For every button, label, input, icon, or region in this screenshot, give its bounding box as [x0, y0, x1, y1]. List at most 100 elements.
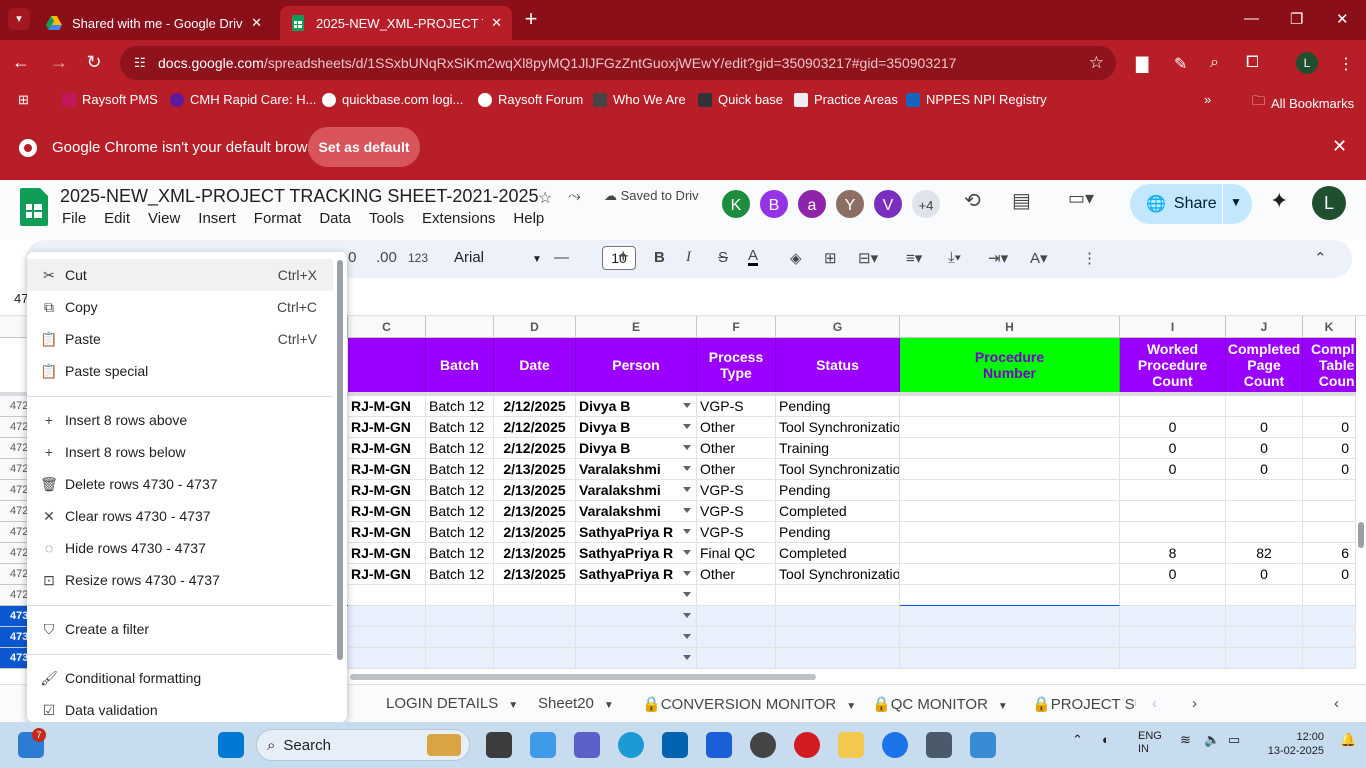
chevron-down-icon[interactable]: ▼: [604, 700, 614, 711]
collaborator-avatar[interactable]: V: [872, 188, 904, 220]
teams-icon[interactable]: [574, 732, 600, 758]
chevron-down-icon[interactable]: ▼: [508, 700, 518, 711]
cell-h[interactable]: [900, 417, 1120, 438]
cell-e[interactable]: Divya B: [576, 438, 697, 459]
cell-k[interactable]: [1303, 396, 1356, 417]
cell-d[interactable]: [494, 648, 576, 669]
cell-h[interactable]: [900, 627, 1120, 648]
cell-i[interactable]: 0: [1120, 564, 1226, 585]
cell-b[interactable]: RJ-M-GN: [348, 564, 426, 585]
cell-i[interactable]: 0: [1120, 459, 1226, 480]
column-header-I[interactable]: I: [1120, 316, 1226, 338]
menu-extensions[interactable]: Extensions: [422, 210, 495, 227]
dropdown-chip-icon[interactable]: [683, 550, 691, 555]
menu-item-paste[interactable]: 📋 Paste Ctrl+V: [27, 323, 333, 355]
edge-icon[interactable]: [618, 732, 644, 758]
cell-k[interactable]: [1303, 627, 1356, 648]
cell-g[interactable]: Tool Synchronization: [776, 564, 900, 585]
cell-d[interactable]: [494, 585, 576, 606]
sheet-tab[interactable]: 🔒QC MONITOR ▼: [872, 695, 1008, 713]
cell-c[interactable]: Batch 12: [426, 480, 494, 501]
cell-b[interactable]: [348, 648, 426, 669]
row-number[interactable]: 472: [0, 438, 30, 459]
increase-font-size-button[interactable]: +: [618, 246, 629, 267]
copilot-icon[interactable]: [530, 732, 556, 758]
menu-tools[interactable]: Tools: [369, 210, 404, 227]
bold-icon[interactable]: B: [654, 249, 665, 266]
sheet-tab[interactable]: 🔒PROJECT SU: [1032, 695, 1136, 713]
column-header-C[interactable]: C: [348, 316, 426, 338]
back-icon[interactable]: ←: [10, 52, 32, 73]
cell-e[interactable]: Divya B: [576, 396, 697, 417]
cell-b[interactable]: RJ-M-GN: [348, 480, 426, 501]
chrome-taskbar-icon[interactable]: [882, 732, 908, 758]
chevron-down-icon[interactable]: ▼: [846, 701, 856, 712]
cell-j[interactable]: [1226, 585, 1303, 606]
cell-e[interactable]: [576, 627, 697, 648]
cell-b[interactable]: RJ-M-GN: [348, 459, 426, 480]
side-panel-toggle-icon[interactable]: ‹: [1334, 695, 1339, 712]
cell-b[interactable]: RJ-M-GN: [348, 501, 426, 522]
cell-e[interactable]: Varalakshmi: [576, 459, 697, 480]
bookmark-item[interactable]: Who We Are: [593, 92, 686, 107]
merge-cells-icon[interactable]: ⊟▾: [858, 249, 878, 267]
cell-h[interactable]: [900, 459, 1120, 480]
menu-item-insert-8-rows-above[interactable]: + Insert 8 rows above: [27, 404, 333, 436]
row-number[interactable]: 472: [0, 585, 30, 606]
cell-i[interactable]: 0: [1120, 438, 1226, 459]
cell-c[interactable]: Batch 12: [426, 501, 494, 522]
cell-k[interactable]: 6: [1303, 543, 1356, 564]
cell-g[interactable]: Completed: [776, 501, 900, 522]
more-bookmarks-icon[interactable]: »: [1204, 92, 1211, 107]
cell-j[interactable]: [1226, 648, 1303, 669]
cell-i[interactable]: [1120, 627, 1226, 648]
cell-i[interactable]: [1120, 396, 1226, 417]
menu-item-insert-8-rows-below[interactable]: + Insert 8 rows below: [27, 436, 333, 468]
pen-extension-icon[interactable]: ✎: [1174, 54, 1187, 74]
cell-k[interactable]: [1303, 606, 1356, 627]
cell-f[interactable]: [697, 648, 776, 669]
close-tab-icon[interactable]: ✕: [251, 15, 262, 31]
menu-data[interactable]: Data: [319, 210, 351, 227]
cell-g[interactable]: Tool Synchronization: [776, 417, 900, 438]
fill-color-icon[interactable]: ◈: [790, 249, 802, 267]
cell-g[interactable]: [776, 606, 900, 627]
strikethrough-icon[interactable]: S: [718, 249, 728, 266]
cell-j[interactable]: [1226, 501, 1303, 522]
star-icon[interactable]: ☆: [538, 188, 552, 208]
row-number[interactable]: 472: [0, 543, 30, 564]
cell-c[interactable]: Batch 12: [426, 522, 494, 543]
collaborator-avatar[interactable]: Y: [834, 188, 866, 220]
cell-k[interactable]: 0: [1303, 564, 1356, 585]
cell-h[interactable]: [900, 648, 1120, 669]
cell-j[interactable]: 0: [1226, 564, 1303, 585]
cell-c[interactable]: [426, 606, 494, 627]
bookmark-star-icon[interactable]: ☆: [1089, 53, 1104, 73]
zoom-icon[interactable]: ⌕: [1210, 54, 1219, 72]
vertical-scrollbar[interactable]: [1356, 316, 1366, 670]
row-number[interactable]: 472: [0, 480, 30, 501]
row-number[interactable]: 4732: [0, 648, 30, 669]
cell-f[interactable]: [697, 627, 776, 648]
cell-b[interactable]: RJ-M-GN: [348, 543, 426, 564]
decrease-font-size-button[interactable]: —: [554, 249, 569, 266]
bookmark-item[interactable]: Raysoft Forum: [478, 92, 583, 107]
cell-i[interactable]: [1120, 480, 1226, 501]
dropdown-chip-icon[interactable]: [683, 508, 691, 513]
app-icon[interactable]: [706, 732, 732, 758]
header-cell-date[interactable]: Date: [494, 338, 576, 392]
cell-j[interactable]: [1226, 522, 1303, 543]
cell-e[interactable]: Divya B: [576, 417, 697, 438]
row-number[interactable]: 472: [0, 564, 30, 585]
menu-item-delete-rows-4730-4737[interactable]: 🗑 Delete rows 4730 - 4737: [27, 468, 333, 500]
cell-f[interactable]: VGP-S: [697, 522, 776, 543]
bookmark-item[interactable]: Practice Areas: [794, 92, 898, 107]
cell-i[interactable]: 0: [1120, 417, 1226, 438]
cell-k[interactable]: [1303, 585, 1356, 606]
scroll-tabs-left-icon[interactable]: ‹: [1152, 695, 1157, 712]
drive-extension-icon[interactable]: ▇: [1136, 54, 1148, 74]
collapse-menus-icon[interactable]: ⌃: [1314, 249, 1327, 267]
cell-b[interactable]: [348, 627, 426, 648]
scroll-thumb[interactable]: [350, 674, 816, 680]
share-dropdown-icon[interactable]: ▼: [1230, 195, 1242, 209]
